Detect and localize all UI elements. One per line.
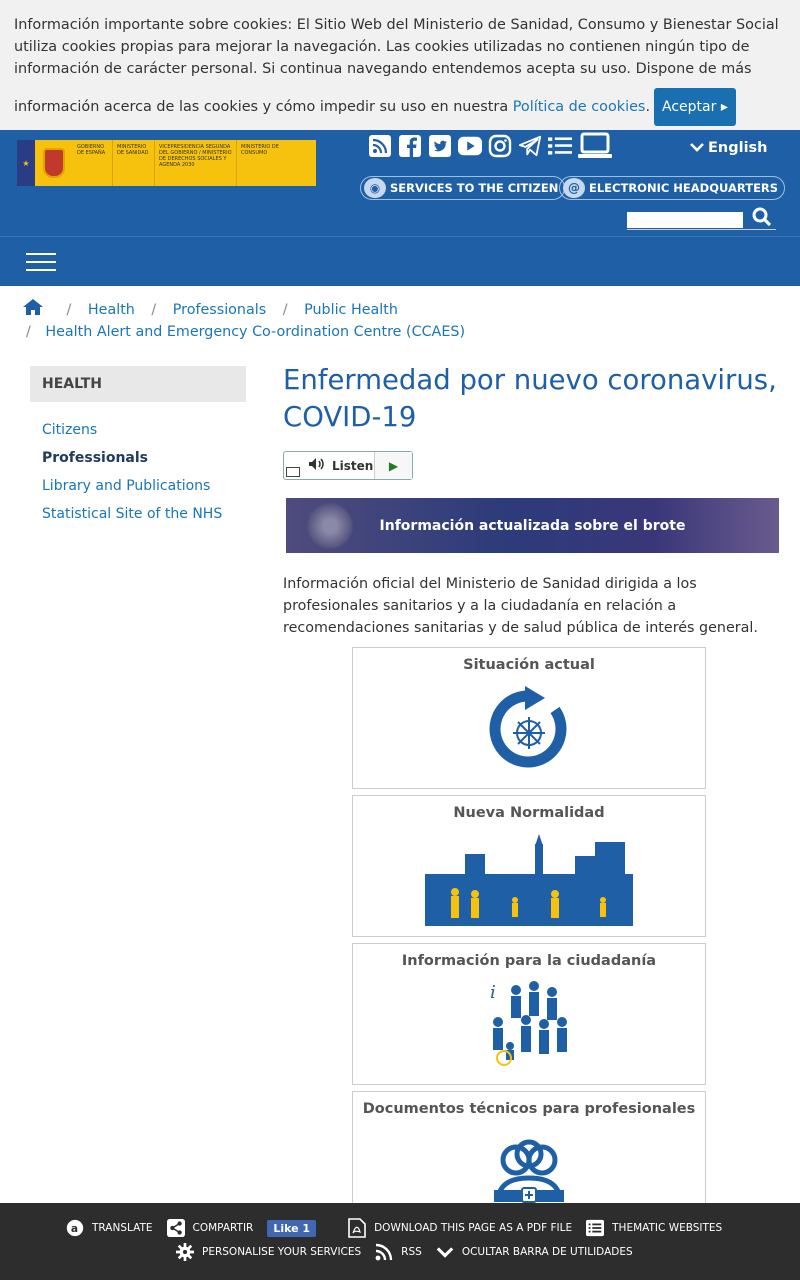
people-icon: ◉ <box>364 178 386 198</box>
sidebar-item-statistical[interactable]: Statistical Site of the NHS <box>30 500 246 528</box>
twitter-icon[interactable] <box>428 130 452 162</box>
language-selector[interactable]: English <box>690 140 768 156</box>
card-nueva-normalidad[interactable]: Nueva Normalidad <box>352 795 706 937</box>
logo-text-ministerio: MINISTERIO DE SANIDAD <box>113 140 155 186</box>
sidebar-item-library[interactable]: Library and Publications <box>30 472 246 500</box>
card-label: Información para la ciudadanía <box>401 953 657 969</box>
translate-button[interactable]: a TRANSLATE <box>66 1219 153 1237</box>
translate-label: TRANSLATE <box>92 1222 153 1234</box>
home-icon[interactable] <box>22 299 49 318</box>
share-label: COMPARTIR <box>192 1222 254 1234</box>
cookie-banner: Información importante sobre cookies: El… <box>0 0 800 130</box>
government-logo[interactable]: ★ GOBIERNO DE ESPAÑA MINISTERIO DE SANID… <box>17 140 316 186</box>
breadcrumb-health[interactable]: Health <box>88 302 135 318</box>
city-people-icon <box>353 834 705 930</box>
list-box-icon <box>586 1219 605 1237</box>
menu-hamburger-icon[interactable] <box>26 253 56 277</box>
cookie-text: Información importante sobre cookies: El… <box>14 17 779 77</box>
personalise-button[interactable]: PERSONALISE YOUR SERVICES <box>176 1243 361 1261</box>
page-title: Enfermedad por nuevo coronavirus, COVID-… <box>283 364 777 433</box>
breadcrumb-ccaes[interactable]: Health Alert and Emergency Co-ordination… <box>45 324 465 340</box>
cards-list: Situación actual Nueva Normalidad Inform… <box>352 647 706 1239</box>
download-pdf-button[interactable]: DOWNLOAD THIS PAGE AS A PDF FILE <box>348 1218 573 1238</box>
pdf-label: DOWNLOAD THIS PAGE AS A PDF FILE <box>374 1222 573 1234</box>
card-label: Nueva Normalidad <box>453 805 605 821</box>
rss-button[interactable]: RSS <box>375 1243 422 1261</box>
facebook-like-button[interactable]: Like 1 <box>267 1219 317 1237</box>
coat-of-arms-icon <box>35 140 73 186</box>
share-icon <box>166 1219 185 1237</box>
header-divider <box>0 236 800 237</box>
sidebar-item-professionals[interactable]: Professionals <box>30 444 246 472</box>
refresh-virus-icon <box>353 686 705 772</box>
list-icon[interactable] <box>548 130 572 162</box>
chevron-down-icon <box>690 140 704 156</box>
breadcrumb: / Health / Professionals / Public Health… <box>22 298 465 343</box>
intro-text: Información oficial del Ministerio de Sa… <box>283 576 758 636</box>
chevron-down-icon <box>436 1243 454 1261</box>
rss-feed-icon <box>375 1243 393 1261</box>
svg-text:a: a <box>71 1222 78 1235</box>
main-content: Enfermedad por nuevo coronavirus, COVID-… <box>283 362 783 639</box>
speaker-icon <box>308 457 326 474</box>
cookie-dot: . <box>645 99 651 115</box>
rss-icon[interactable] <box>368 130 392 162</box>
listen-label: Listen <box>332 458 374 473</box>
instagram-icon[interactable] <box>488 130 512 162</box>
svg-text:i: i <box>490 982 496 1003</box>
search-box <box>627 207 776 230</box>
language-label: English <box>708 140 768 156</box>
eu-flag-icon: ★ <box>17 140 35 186</box>
accept-cookies-button[interactable]: Aceptar ▸ <box>654 88 736 126</box>
accept-label: Aceptar <box>662 99 717 115</box>
laptop-icon[interactable] <box>578 130 612 162</box>
telegram-icon[interactable] <box>518 130 542 162</box>
social-links <box>368 130 612 162</box>
thematic-websites-button[interactable]: THEMATIC WEBSITES <box>586 1219 722 1237</box>
services-citizen-button[interactable]: ◉ SERVICES TO THE CITIZEN <box>360 176 566 200</box>
sidebar-heading: HEALTH <box>30 366 246 402</box>
card-label: Documentos técnicos para profesionales <box>362 1101 696 1117</box>
at-sign-icon: @ <box>563 178 585 198</box>
utility-bar: a TRANSLATE COMPARTIR Like 1 DOWNLOAD TH… <box>0 1203 800 1280</box>
logo-text-consumo: MINISTERIO DE CONSUMO <box>241 144 279 156</box>
card-situacion-actual[interactable]: Situación actual <box>352 647 706 789</box>
card-label: Situación actual <box>463 657 595 673</box>
electronic-label: ELECTRONIC HEADQUARTERS <box>589 181 779 195</box>
site-header: ★ GOBIERNO DE ESPAÑA MINISTERIO DE SANID… <box>0 130 800 286</box>
electronic-headquarters-button[interactable]: @ ELECTRONIC HEADQUARTERS <box>559 176 786 200</box>
sidebar: HEALTH Citizens Professionals Library an… <box>30 366 246 528</box>
hide-label: OCULTAR BARRA DE UTILIDADES <box>461 1246 633 1258</box>
cookie-text-2: información acerca de las cookies y cómo… <box>14 99 509 115</box>
translate-icon: a <box>66 1219 84 1237</box>
sidebar-item-citizens[interactable]: Citizens <box>30 416 246 444</box>
rss-label: RSS <box>401 1246 422 1258</box>
outbreak-banner[interactable]: Información actualizada sobre el brote <box>286 498 779 553</box>
logo-text-vice: VICEPRESIDENCIA SEGUNDA DEL GOBIERNO / M… <box>155 140 237 186</box>
card-informacion-ciudadania[interactable]: Información para la ciudadanía i <box>352 943 706 1085</box>
menu-box-icon[interactable] <box>286 466 300 477</box>
share-button[interactable]: COMPARTIR <box>166 1219 254 1237</box>
breadcrumb-professionals[interactable]: Professionals <box>173 302 266 318</box>
virus-icon <box>306 502 354 550</box>
personalise-label: PERSONALISE YOUR SERVICES <box>202 1246 362 1258</box>
services-label: SERVICES TO THE CITIZEN <box>390 181 559 195</box>
gear-icon <box>176 1243 194 1261</box>
search-icon[interactable] <box>751 206 773 232</box>
facebook-icon[interactable] <box>398 130 422 162</box>
caret-right-icon: ▸ <box>720 99 728 115</box>
pdf-icon <box>348 1218 366 1238</box>
cookie-policy-link[interactable]: Política de cookies <box>513 96 646 118</box>
logo-text-gobierno: GOBIERNO DE ESPAÑA <box>73 140 113 186</box>
people-group-icon: i <box>353 978 705 1068</box>
hide-utility-bar-button[interactable]: OCULTAR BARRA DE UTILIDADES <box>436 1243 633 1261</box>
breadcrumb-public-health[interactable]: Public Health <box>304 302 398 318</box>
search-input[interactable] <box>627 212 743 228</box>
thematic-label: THEMATIC WEBSITES <box>612 1222 723 1234</box>
play-icon[interactable]: ▶ <box>374 452 412 479</box>
professionals-icon <box>353 1138 705 1208</box>
listen-player[interactable]: Listen ▶ <box>283 451 413 480</box>
banner-text: Información actualizada sobre el brote <box>379 517 686 534</box>
youtube-icon[interactable] <box>458 130 482 162</box>
